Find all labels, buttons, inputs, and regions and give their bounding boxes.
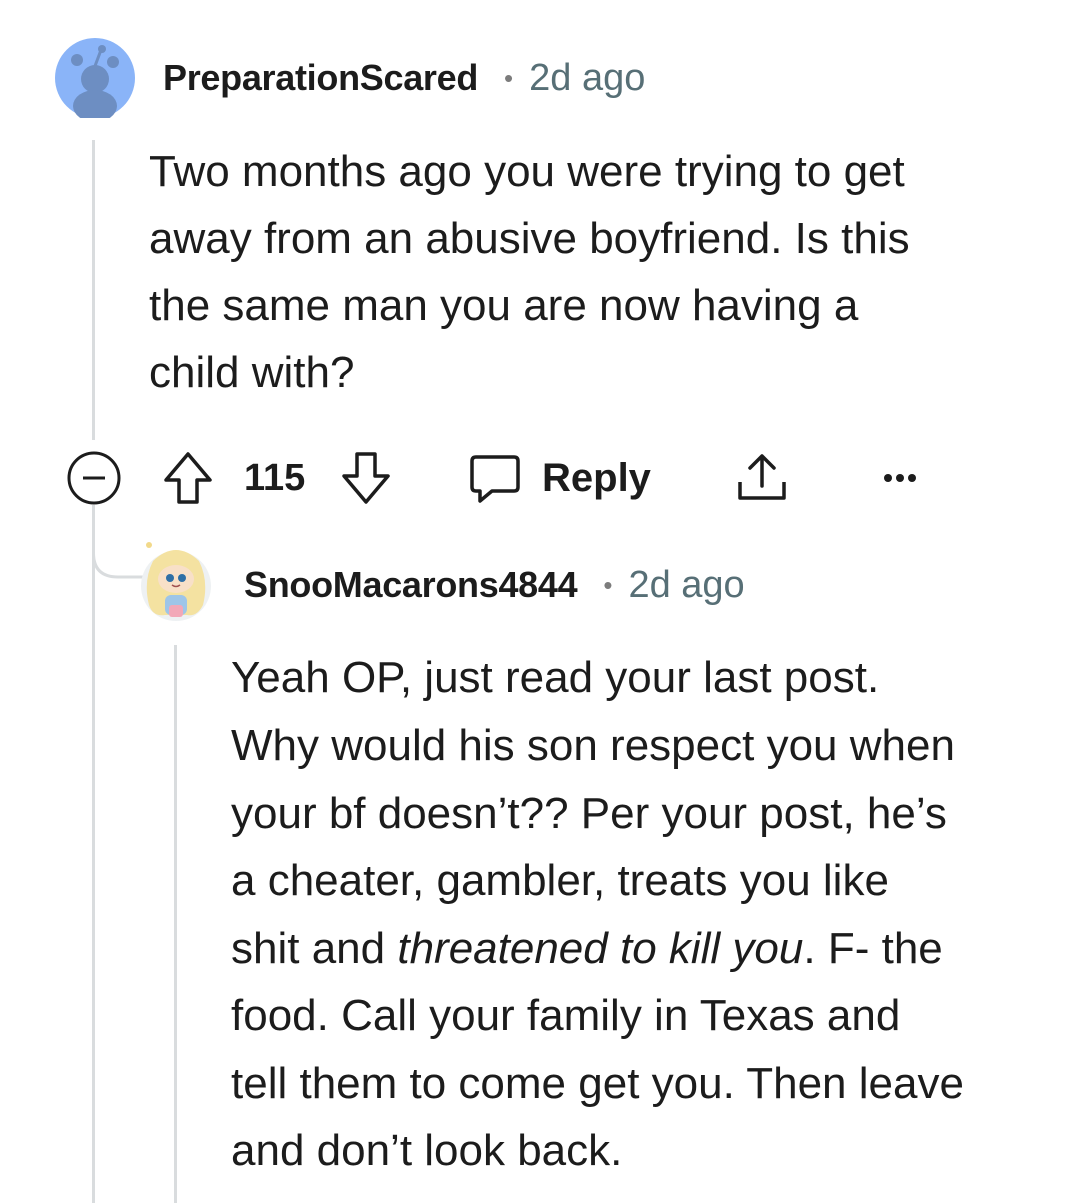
- downvote-button[interactable]: [340, 450, 392, 506]
- more-options-button[interactable]: [880, 450, 920, 506]
- share-button[interactable]: [734, 450, 790, 506]
- upvote-button[interactable]: [162, 450, 214, 506]
- separator-dot: •: [504, 62, 514, 93]
- comment-body-line: tell them to come get you. Then leave: [231, 1059, 964, 1108]
- thread-line-parent[interactable]: [92, 140, 95, 440]
- comment-body-line: your bf doesn’t?? Per your post, he’s: [231, 789, 947, 838]
- timestamp[interactable]: 2d ago: [529, 57, 645, 100]
- body-text-plain: . F- the: [803, 924, 943, 973]
- downvote-arrow-icon: [342, 452, 390, 504]
- username[interactable]: PreparationScared: [163, 57, 478, 99]
- comment-body-line: and don’t look back.: [231, 1126, 623, 1175]
- comment-body-line: a cheater, gambler, treats you like: [231, 856, 889, 905]
- reply-button[interactable]: Reply: [468, 450, 651, 506]
- comment-meta: SnooMacarons4844 • 2d ago: [244, 561, 745, 609]
- score-value: 115: [244, 456, 306, 499]
- upvote-arrow-icon: [164, 452, 212, 504]
- body-text-plain: shit and: [231, 924, 398, 973]
- share-upload-icon: [738, 454, 786, 500]
- snoo-default-avatar-icon[interactable]: [55, 38, 135, 118]
- comment-action-bar: 115 Reply: [66, 450, 966, 506]
- comment-body-line: Yeah OP, just read your last post.: [231, 653, 880, 702]
- comment-body-line: away from an abusive boyfriend. Is this: [149, 214, 910, 263]
- vote-score: 115: [244, 454, 305, 502]
- username[interactable]: SnooMacarons4844: [244, 564, 578, 606]
- comment-meta: PreparationScared • 2d ago: [163, 54, 645, 102]
- timestamp[interactable]: 2d ago: [628, 564, 744, 607]
- ellipsis-icon: [884, 474, 916, 482]
- speech-bubble-icon: [470, 455, 520, 503]
- comment-body-line: shit and threatened to kill you. F- the: [231, 915, 943, 982]
- comment-body-line: food. Call your family in Texas and: [231, 991, 901, 1040]
- snoo-custom-avatar-icon[interactable]: [139, 541, 213, 623]
- comment-body-line: Two months ago you were trying to get: [149, 147, 905, 196]
- collapse-button[interactable]: [66, 450, 122, 506]
- comment-body-line: the same man you are now having a: [149, 281, 859, 330]
- separator-dot: •: [603, 569, 613, 600]
- thread-line-child[interactable]: [174, 645, 177, 1203]
- reply-label: Reply: [542, 455, 651, 500]
- comment-body-line: Why would his son respect you when: [231, 721, 955, 770]
- comment-body-line: child with?: [149, 348, 355, 397]
- body-text-italic: threatened to kill you: [397, 924, 804, 973]
- thread-line-parent-lower[interactable]: [92, 510, 95, 1203]
- collapse-minus-icon: [67, 451, 121, 505]
